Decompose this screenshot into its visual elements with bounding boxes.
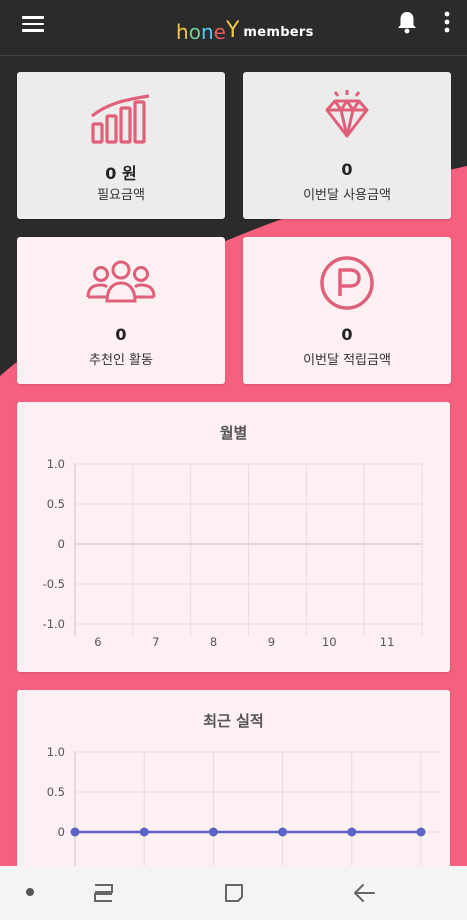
logo-letter: e <box>213 20 226 44</box>
stat-value: 0 <box>115 325 127 344</box>
y-tick-label: -0.5 <box>43 577 65 591</box>
stat-card-referral-activity[interactable]: 0 추천인 활동 <box>17 237 225 384</box>
bell-icon[interactable] <box>396 10 418 34</box>
data-point <box>278 827 288 837</box>
stat-card-monthly-points[interactable]: 0 이번달 적립금액 <box>243 237 451 384</box>
x-tick-label: 10 <box>322 635 337 649</box>
app-logo: h o n e Y members <box>176 8 314 44</box>
back-icon[interactable] <box>352 881 378 905</box>
system-nav-bar <box>0 866 467 920</box>
stat-label: 필요금액 <box>97 188 145 203</box>
people-group-icon <box>86 260 156 303</box>
diamond-icon <box>325 90 369 138</box>
stat-value: 0 <box>341 325 353 344</box>
dashboard-content[interactable]: 0 원 필요금액 0 이번달 사용금액 0 추천인 활동 0 이번달 적립금액 … <box>0 56 467 866</box>
data-point <box>347 827 357 837</box>
x-tick-label: 6 <box>94 635 101 649</box>
app-header: h o n e Y members <box>0 0 467 56</box>
logo-letter: n <box>200 20 214 44</box>
y-tick-label: 1.0 <box>47 457 65 471</box>
logo-letter: Y <box>225 18 240 43</box>
bar-growth-icon <box>91 94 150 144</box>
logo-letter: o <box>188 20 201 44</box>
y-tick-label: 0.5 <box>47 497 65 511</box>
y-tick-label: -1.0 <box>43 617 65 631</box>
y-tick-label: 0 <box>58 825 65 839</box>
y-tick-label: 0.5 <box>47 785 65 799</box>
y-tick-label: 0 <box>58 537 65 551</box>
hamburger-menu-icon[interactable] <box>22 12 48 34</box>
stat-label: 이번달 사용금액 <box>303 188 391 203</box>
logo-letter: h <box>176 20 189 44</box>
stat-label: 이번달 적립금액 <box>303 353 391 368</box>
x-tick-label: 7 <box>152 635 159 649</box>
x-tick-label: 8 <box>210 635 217 649</box>
x-tick-label: 11 <box>380 635 395 649</box>
data-point <box>208 827 218 837</box>
x-tick-label: 9 <box>268 635 275 649</box>
recent-performance-chart-card[interactable]: 최근 실적 1.0 0.5 0 <box>17 690 450 866</box>
stat-card-required-amount[interactable]: 0 원 필요금액 <box>17 72 225 219</box>
nav-indicator-dot <box>26 888 34 896</box>
home-icon[interactable] <box>222 881 246 905</box>
recent-performance-chart: 1.0 0.5 0 <box>47 745 441 866</box>
stat-card-monthly-usage[interactable]: 0 이번달 사용금액 <box>243 72 451 219</box>
more-options-icon[interactable] <box>440 10 454 34</box>
recent-apps-icon[interactable] <box>90 881 118 905</box>
monthly-chart: 1.0 0.5 0 -0.5 -1.0 6 7 8 9 10 11 <box>43 457 423 649</box>
data-point <box>139 827 149 837</box>
data-point <box>416 827 426 837</box>
stat-label: 추천인 활동 <box>89 353 153 368</box>
y-tick-label: 1.0 <box>47 745 65 759</box>
point-p-icon <box>320 256 374 310</box>
data-point <box>70 827 80 837</box>
stat-value: 0 <box>341 160 353 179</box>
monthly-chart-card[interactable]: 월별 1.0 0.5 0 -0.5 -1.0 6 7 8 9 10 11 <box>17 402 450 672</box>
stat-value: 0 원 <box>105 164 137 183</box>
logo-suffix: members <box>243 25 314 40</box>
